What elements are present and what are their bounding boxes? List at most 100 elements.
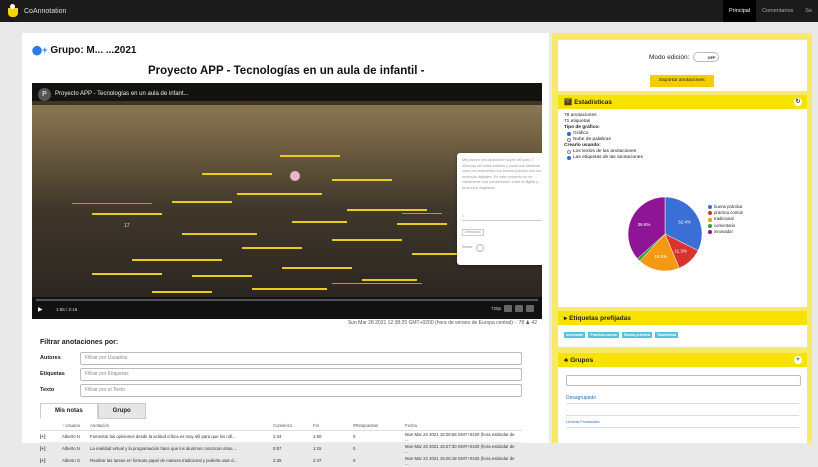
- tag-practica-comun[interactable]: Práctica común: [588, 332, 620, 338]
- annotation-bar-active[interactable]: [332, 283, 422, 284]
- settings-icon[interactable]: [504, 305, 512, 312]
- pie-slice-label: 11.3%: [674, 248, 686, 253]
- play-icon[interactable]: ▶: [38, 306, 43, 313]
- radio-icon[interactable]: [567, 156, 571, 160]
- col-comienzo[interactable]: Comienzo: [273, 423, 313, 428]
- nav-comentarios[interactable]: Comentarios: [756, 0, 799, 22]
- share-icon[interactable]: [476, 244, 485, 252]
- group-item[interactable]: Desagrupado: [566, 392, 799, 404]
- app-brand[interactable]: CoAnnotation: [24, 8, 66, 15]
- annotation-bar[interactable]: [282, 267, 352, 269]
- edit-mode-toggle[interactable]: OFF: [693, 52, 720, 62]
- annotation-marker[interactable]: [290, 171, 300, 181]
- annotation-bar[interactable]: [152, 291, 212, 293]
- expand-button[interactable]: [+]: [40, 446, 50, 451]
- annotation-bar[interactable]: [192, 275, 252, 277]
- radio-icon[interactable]: [567, 138, 571, 142]
- radio-icon[interactable]: [567, 132, 571, 136]
- pie-slice-label: 32.4%: [678, 219, 691, 224]
- groups-header-label: Grupos: [570, 356, 594, 364]
- group-item[interactable]: Lecturas Procesuales: [566, 416, 799, 428]
- captions-icon[interactable]: [515, 305, 523, 312]
- popup-button[interactable]: Detectado: [462, 228, 484, 236]
- side-panel: Modo edición: OFF Exportar anotaciones 📊…: [552, 33, 812, 443]
- nav-principal[interactable]: Principal: [722, 0, 757, 22]
- tag-buena-practica[interactable]: Buena práctica: [622, 332, 652, 338]
- col-fin[interactable]: Fin: [313, 423, 353, 428]
- add-group-icon[interactable]: +: [794, 356, 802, 364]
- video-header: P Proyecto APP - Tecnologías en un aula …: [32, 83, 542, 105]
- channel-avatar[interactable]: P: [38, 87, 51, 101]
- annotation-bar[interactable]: [237, 193, 322, 195]
- group-title: ⬤+ Grupo: M... ...2021: [32, 45, 136, 56]
- annotation-bar-active[interactable]: [72, 203, 152, 204]
- legend-dot: [708, 223, 712, 228]
- col-anotacion[interactable]: Anotación: [90, 423, 273, 428]
- filter-row-text: Texto Filtrar por el Texto: [40, 383, 522, 397]
- refresh-icon[interactable]: ↻: [794, 98, 802, 106]
- col-usuario[interactable]: ↑ Usuario: [50, 423, 90, 428]
- filter-users-input[interactable]: Filtrar por Usuarios: [80, 351, 522, 365]
- annotation-bar[interactable]: [397, 223, 447, 225]
- group-search-input[interactable]: [566, 375, 801, 386]
- annotation-bar[interactable]: [172, 201, 232, 203]
- legend-dot: [708, 205, 712, 210]
- annotation-bar[interactable]: [412, 253, 457, 255]
- table-row[interactable]: [+] Alberto G Realizar las tareas en for…: [40, 455, 522, 467]
- fullscreen-icon[interactable]: [526, 305, 534, 312]
- stats-card: 📊︎ Estadísticas ↻ 78 anotaciones 71 etiq…: [558, 95, 807, 307]
- tag-tradicional[interactable]: Tradicional: [654, 332, 678, 338]
- annotation-bar[interactable]: [202, 173, 272, 175]
- video-progress[interactable]: [36, 299, 538, 301]
- tab-grupo[interactable]: Grupo: [97, 403, 146, 419]
- annotation-bar-active[interactable]: [402, 213, 442, 214]
- cell-annotation: Realizar las tareas en formato papel de …: [90, 458, 238, 463]
- group-item[interactable]: ...: [566, 404, 799, 416]
- video-player[interactable]: P Proyecto APP - Tecnologías en un aula …: [32, 83, 542, 319]
- top-nav: Principal Comentarios Se: [722, 0, 818, 22]
- nav-truncated[interactable]: Se: [799, 0, 818, 22]
- annotation-bar[interactable]: [252, 288, 327, 290]
- popup-text: Me parece una aplicación super útil para…: [462, 158, 541, 190]
- table-row[interactable]: [+] Alberto N Fomentar las opiniones des…: [40, 431, 522, 443]
- cell-user: Alberto N: [62, 434, 80, 439]
- popup-field[interactable]: E...: [462, 214, 542, 221]
- annotation-bar[interactable]: [292, 221, 347, 223]
- radio-icon[interactable]: [567, 150, 571, 154]
- legend-item[interactable]: innovador: [708, 229, 743, 235]
- table-row[interactable]: [+] Alberto N La realidad virtual y la p…: [40, 443, 522, 455]
- expand-button[interactable]: [+]: [40, 434, 50, 439]
- annotation-bar[interactable]: [280, 155, 340, 157]
- quality-label[interactable]: 720p: [491, 306, 501, 311]
- pie-chart: 32.4% 11.3% 18.3% 36.6%: [627, 196, 703, 272]
- annotation-bar[interactable]: [332, 239, 402, 241]
- filter-tags-input[interactable]: Filtrar por Etiquetas: [80, 367, 522, 381]
- tag-innovador[interactable]: Innovador: [564, 332, 586, 338]
- expand-button[interactable]: [+]: [40, 458, 50, 463]
- annotation-bar[interactable]: [362, 279, 417, 281]
- filter-text-input[interactable]: Filtrar por el Texto: [80, 383, 522, 397]
- legend-label: innovador: [714, 228, 733, 234]
- stats-header: 📊︎ Estadísticas ↻: [558, 95, 807, 109]
- cell-replies: 0: [353, 458, 356, 463]
- annotations-table: ↑ Usuario Anotación Comienzo Fin #Respue…: [40, 421, 522, 467]
- annotation-bar[interactable]: [332, 179, 392, 181]
- cell-annotation: La realidad virtual y la programación ha…: [90, 446, 238, 451]
- export-button[interactable]: Exportar anotaciones: [650, 75, 714, 87]
- annotation-bar[interactable]: [92, 213, 162, 215]
- group-title-text: Grupo: M... ...2021: [50, 45, 137, 56]
- annotation-bar[interactable]: [182, 233, 257, 235]
- annotation-bar[interactable]: [347, 209, 427, 211]
- video-header-title[interactable]: Proyecto APP - Tecnologías en un aula de…: [55, 91, 189, 97]
- share-label: Share:: [462, 245, 474, 250]
- video-title: Proyecto APP - Tecnologías en un aula de…: [148, 65, 425, 77]
- annotation-bar[interactable]: [242, 247, 302, 249]
- opt-tags[interactable]: Las etiquetas de las anotaciones: [564, 155, 801, 161]
- cell-user: Alberto G: [62, 458, 81, 463]
- col-fecha[interactable]: Fecha: [405, 423, 515, 428]
- tab-mis-notas[interactable]: Mis notas: [40, 403, 98, 419]
- annotation-bar[interactable]: [132, 259, 222, 261]
- annotation-bar[interactable]: [92, 273, 162, 275]
- col-respuestas[interactable]: #Respuestas: [353, 423, 405, 428]
- cell-start: 1:34: [273, 434, 282, 439]
